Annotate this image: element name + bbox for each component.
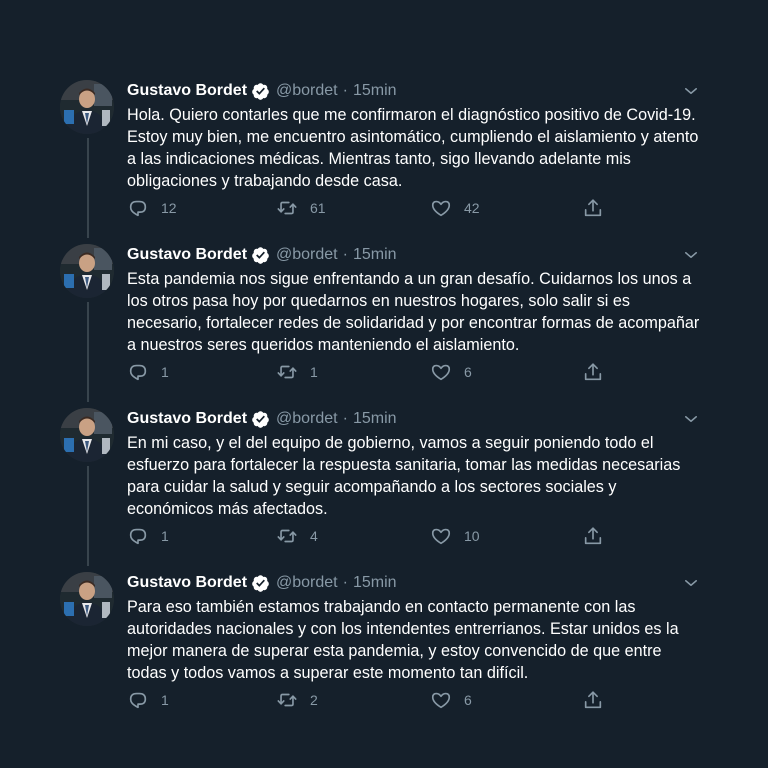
author-name[interactable]: Gustavo Bordet bbox=[127, 410, 247, 428]
separator-dot: · bbox=[342, 82, 348, 99]
separator-dot: · bbox=[342, 246, 348, 263]
reply-count: 1 bbox=[161, 692, 169, 708]
verified-badge-icon bbox=[252, 246, 269, 264]
retweet-icon bbox=[277, 529, 297, 543]
retweet-icon bbox=[277, 365, 297, 379]
avatar[interactable] bbox=[60, 572, 114, 626]
heart-icon bbox=[431, 692, 451, 709]
separator-dot: · bbox=[342, 410, 348, 427]
tweet-timestamp[interactable]: 15min bbox=[353, 410, 397, 428]
reply-count: 12 bbox=[161, 200, 177, 216]
verified-badge-icon bbox=[252, 82, 269, 100]
share-icon bbox=[584, 527, 602, 545]
tweet-timestamp[interactable]: 15min bbox=[353, 246, 397, 264]
share-button[interactable] bbox=[582, 688, 604, 712]
tweet-text: En mi caso, y el del equipo de gobierno,… bbox=[127, 434, 681, 518]
author-handle[interactable]: @bordet bbox=[276, 246, 338, 264]
avatar-image bbox=[60, 244, 114, 298]
reply-button[interactable]: 12 bbox=[127, 196, 177, 220]
retweet-count: 4 bbox=[310, 528, 318, 544]
reply-icon bbox=[129, 200, 147, 217]
tweet-actions: 1 2 6 bbox=[127, 688, 607, 712]
tweet-timestamp[interactable]: 15min bbox=[353, 574, 397, 592]
like-button[interactable]: 6 bbox=[430, 360, 472, 384]
reply-button[interactable]: 1 bbox=[127, 524, 169, 548]
retweet-count: 1 bbox=[310, 364, 318, 380]
avatar[interactable] bbox=[60, 244, 114, 298]
share-icon bbox=[584, 199, 602, 217]
tweet-header: Gustavo Bordet @bordet · 15min bbox=[127, 80, 397, 102]
retweet-count: 61 bbox=[310, 200, 326, 216]
tweet[interactable]: Gustavo Bordet @bordet · 15min Esta pand… bbox=[60, 228, 710, 392]
tweet-text: Esta pandemia nos sigue enfrentando a un… bbox=[127, 270, 700, 354]
share-icon bbox=[584, 691, 602, 709]
avatar[interactable] bbox=[60, 80, 114, 134]
author-name[interactable]: Gustavo Bordet bbox=[127, 246, 247, 264]
avatar[interactable] bbox=[60, 408, 114, 462]
like-button[interactable]: 6 bbox=[430, 688, 472, 712]
retweet-button[interactable]: 1 bbox=[276, 360, 318, 384]
like-count: 6 bbox=[464, 364, 472, 380]
avatar-image bbox=[60, 408, 114, 462]
like-count: 6 bbox=[464, 692, 472, 708]
tweet-header: Gustavo Bordet @bordet · 15min bbox=[127, 244, 397, 266]
author-handle[interactable]: @bordet bbox=[276, 410, 338, 428]
reply-count: 1 bbox=[161, 364, 169, 380]
tweet-text: Hola. Quiero contarles que me confirmaro… bbox=[127, 106, 699, 190]
chevron-down-icon[interactable] bbox=[682, 82, 700, 100]
tweet[interactable]: Gustavo Bordet @bordet · 15min Hola. Qui… bbox=[60, 64, 710, 228]
verified-badge-icon bbox=[252, 410, 269, 428]
like-count: 10 bbox=[464, 528, 480, 544]
retweet-button[interactable]: 4 bbox=[276, 524, 318, 548]
like-count: 42 bbox=[464, 200, 480, 216]
reply-icon bbox=[129, 364, 147, 381]
separator-dot: · bbox=[342, 574, 348, 591]
heart-icon bbox=[431, 364, 451, 381]
author-handle[interactable]: @bordet bbox=[276, 82, 338, 100]
tweet-header: Gustavo Bordet @bordet · 15min bbox=[127, 408, 397, 430]
chevron-down-icon[interactable] bbox=[682, 410, 700, 428]
retweet-button[interactable]: 61 bbox=[276, 196, 326, 220]
avatar-image bbox=[60, 572, 114, 626]
author-name[interactable]: Gustavo Bordet bbox=[127, 574, 247, 592]
reply-icon bbox=[129, 528, 147, 545]
heart-icon bbox=[431, 200, 451, 217]
share-button[interactable] bbox=[582, 360, 604, 384]
tweet-header: Gustavo Bordet @bordet · 15min bbox=[127, 572, 397, 594]
share-button[interactable] bbox=[582, 196, 604, 220]
tweet-text: Para eso también estamos trabajando en c… bbox=[127, 598, 679, 682]
reply-icon bbox=[129, 692, 147, 709]
share-icon bbox=[584, 363, 602, 381]
tweet-actions: 1 4 10 bbox=[127, 524, 607, 548]
chevron-down-icon[interactable] bbox=[682, 574, 700, 592]
author-handle[interactable]: @bordet bbox=[276, 574, 338, 592]
retweet-count: 2 bbox=[310, 692, 318, 708]
like-button[interactable]: 10 bbox=[430, 524, 480, 548]
author-name[interactable]: Gustavo Bordet bbox=[127, 82, 247, 100]
tweet[interactable]: Gustavo Bordet @bordet · 15min Para eso … bbox=[60, 556, 710, 720]
like-button[interactable]: 42 bbox=[430, 196, 480, 220]
retweet-icon bbox=[277, 201, 297, 215]
heart-icon bbox=[431, 528, 451, 545]
retweet-button[interactable]: 2 bbox=[276, 688, 318, 712]
reply-button[interactable]: 1 bbox=[127, 688, 169, 712]
tweet-actions: 12 61 42 bbox=[127, 196, 607, 220]
reply-button[interactable]: 1 bbox=[127, 360, 169, 384]
retweet-icon bbox=[277, 693, 297, 707]
share-button[interactable] bbox=[582, 524, 604, 548]
verified-badge-icon bbox=[252, 574, 269, 592]
chevron-down-icon[interactable] bbox=[682, 246, 700, 264]
tweet[interactable]: Gustavo Bordet @bordet · 15min En mi cas… bbox=[60, 392, 710, 556]
tweet-timestamp[interactable]: 15min bbox=[353, 82, 397, 100]
reply-count: 1 bbox=[161, 528, 169, 544]
tweet-actions: 1 1 6 bbox=[127, 360, 607, 384]
avatar-image bbox=[60, 80, 114, 134]
